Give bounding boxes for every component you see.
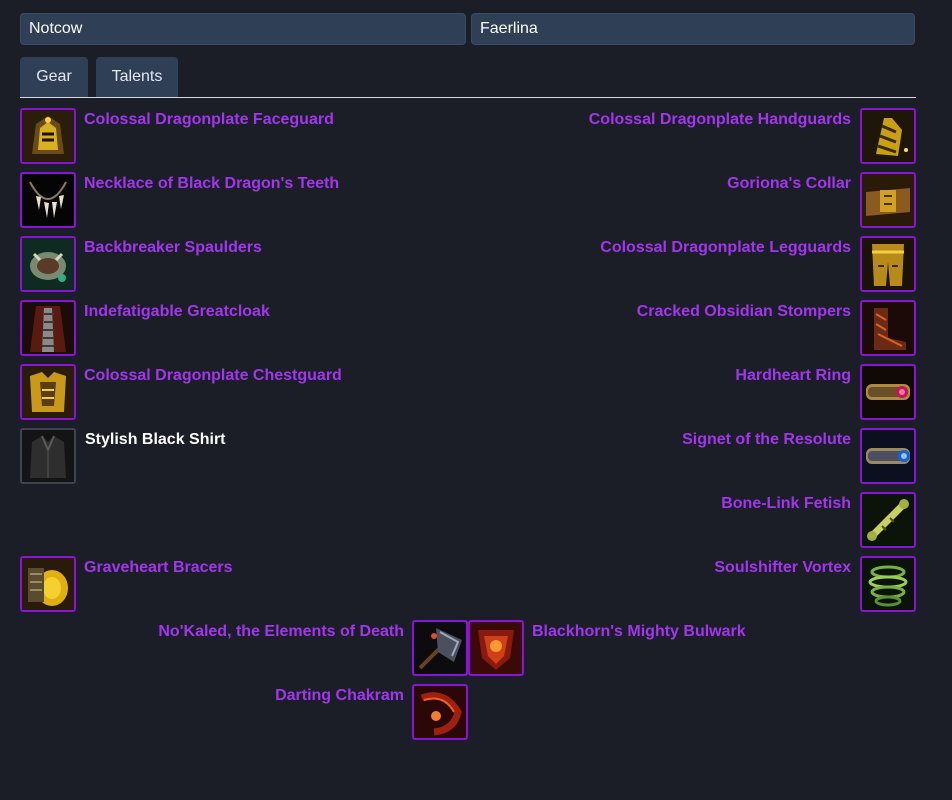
- gear-name-trinket-2[interactable]: Soulshifter Vortex: [714, 559, 851, 577]
- gear-name-main-hand[interactable]: No'Kaled, the Elements of Death: [158, 623, 404, 641]
- gear-name-wrist[interactable]: Graveheart Bracers: [84, 559, 233, 577]
- chest-icon[interactable]: [20, 364, 76, 420]
- vortex-trinket-icon[interactable]: [860, 556, 916, 612]
- necklace-icon[interactable]: [20, 172, 76, 228]
- gear-name-off-hand[interactable]: Blackhorn's Mighty Bulwark: [532, 623, 746, 641]
- gloves-icon[interactable]: [860, 108, 916, 164]
- gear-slot-head: [20, 108, 76, 164]
- ring-icon[interactable]: [860, 364, 916, 420]
- character-2-input[interactable]: [471, 13, 915, 45]
- gear-name-finger-1[interactable]: Hardheart Ring: [735, 367, 851, 385]
- gear-name-feet[interactable]: Cracked Obsidian Stompers: [637, 303, 851, 321]
- gear-name-shoulder[interactable]: Backbreaker Spaulders: [84, 239, 262, 257]
- gear-slot-wrist: [20, 556, 76, 612]
- tab-gear[interactable]: Gear: [20, 57, 88, 97]
- belt-icon[interactable]: [860, 172, 916, 228]
- gear-name-chest[interactable]: Colossal Dragonplate Chestguard: [84, 367, 342, 385]
- gear-name-finger-2[interactable]: Signet of the Resolute: [682, 431, 851, 449]
- helmet-icon[interactable]: [20, 108, 76, 164]
- gear-name-trinket-1[interactable]: Bone-Link Fetish: [721, 495, 851, 513]
- gear-slot-trinket-1: [860, 492, 916, 548]
- gear-slot-legs: [860, 236, 916, 292]
- gear-name-hands[interactable]: Colossal Dragonplate Handguards: [589, 111, 851, 129]
- gear-slot-shoulder: [20, 236, 76, 292]
- gear-name-waist[interactable]: Goriona's Collar: [727, 175, 851, 193]
- gear-slot-chest: [20, 364, 76, 420]
- cloak-icon[interactable]: [20, 300, 76, 356]
- gear-slot-neck: [20, 172, 76, 228]
- gear-slot-feet: [860, 300, 916, 356]
- ring-icon[interactable]: [860, 428, 916, 484]
- shirt-icon[interactable]: [20, 428, 76, 484]
- gear-slot-waist: [860, 172, 916, 228]
- axe-icon[interactable]: [412, 620, 468, 676]
- gear-slot-back: [20, 300, 76, 356]
- gear-slot-hands: [860, 108, 916, 164]
- chakram-icon[interactable]: [412, 684, 468, 740]
- gear-name-ranged[interactable]: Darting Chakram: [275, 687, 404, 705]
- legs-icon[interactable]: [860, 236, 916, 292]
- shoulders-icon[interactable]: [20, 236, 76, 292]
- bone-trinket-icon[interactable]: [860, 492, 916, 548]
- tab-divider: [20, 97, 916, 98]
- gear-slot-ranged: [412, 684, 468, 740]
- gear-slot-finger-1: [860, 364, 916, 420]
- gear-name-head[interactable]: Colossal Dragonplate Faceguard: [84, 111, 334, 129]
- gear-name-neck[interactable]: Necklace of Black Dragon's Teeth: [84, 175, 339, 193]
- gear-slot-off-hand: [468, 620, 524, 676]
- character-1-input[interactable]: [20, 13, 466, 45]
- gear-slot-main-hand: [412, 620, 468, 676]
- shield-icon[interactable]: [468, 620, 524, 676]
- bracers-icon[interactable]: [20, 556, 76, 612]
- gear-slot-finger-2: [860, 428, 916, 484]
- boots-icon[interactable]: [860, 300, 916, 356]
- gear-name-back[interactable]: Indefatigable Greatcloak: [84, 303, 270, 321]
- tab-talents[interactable]: Talents: [96, 57, 178, 97]
- gear-slot-shirt: [20, 428, 76, 484]
- gear-slot-trinket-2: [860, 556, 916, 612]
- gear-name-shirt[interactable]: Stylish Black Shirt: [85, 431, 226, 449]
- gear-name-legs[interactable]: Colossal Dragonplate Legguards: [600, 239, 851, 257]
